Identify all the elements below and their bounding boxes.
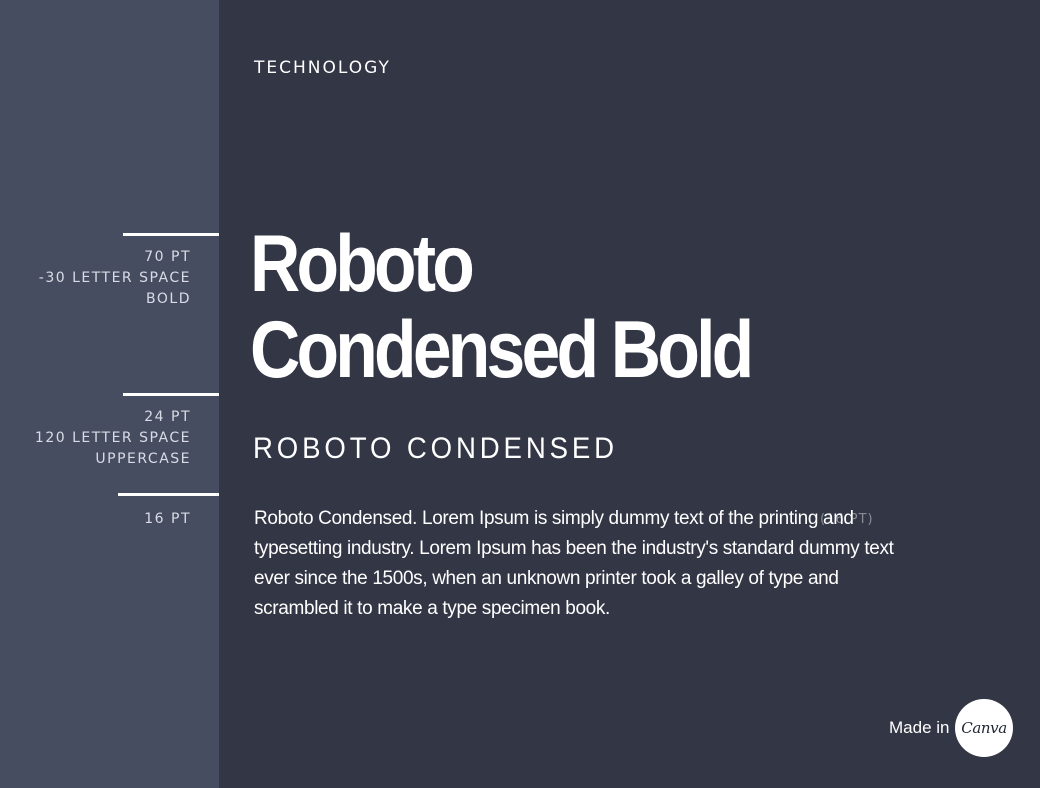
body-paragraph: Roboto Condensed. Lorem Ipsum is simply … (254, 508, 894, 619)
divider-70pt (123, 233, 219, 236)
spec-16pt-size: 16 PT (144, 511, 191, 527)
category-label: TECHNOLOGY (254, 58, 391, 78)
headline: Roboto Condensed Bold (250, 221, 950, 393)
divider-16pt (118, 493, 219, 496)
spec-70pt-letter-space: -30 LETTER SPACE (38, 270, 191, 286)
made-in-label: Made in (889, 718, 950, 737)
spec-70pt: 70 PT -30 LETTER SPACE BOLD (39, 247, 191, 310)
divider-24pt (123, 393, 219, 396)
spec-70pt-size: 70 PT (144, 249, 191, 265)
faded-size-note: (16 PT) (820, 512, 874, 527)
headline-line-1: Roboto (250, 219, 475, 309)
spec-16pt: 16 PT (144, 509, 191, 530)
headline-line-2: Condensed Bold (250, 305, 754, 395)
subheading: ROBOTO CONDENSED (253, 432, 618, 465)
spec-24pt-case: UPPERCASE (95, 451, 191, 467)
spec-70pt-weight: BOLD (146, 291, 191, 307)
spec-24pt-letter-space: 120 LETTER SPACE (34, 430, 191, 446)
canva-logo-badge[interactable]: Canva (955, 699, 1013, 757)
canva-logo-text: Canva (961, 719, 1007, 737)
spec-24pt-size: 24 PT (144, 409, 191, 425)
spec-24pt: 24 PT 120 LETTER SPACE UPPERCASE (35, 407, 191, 470)
